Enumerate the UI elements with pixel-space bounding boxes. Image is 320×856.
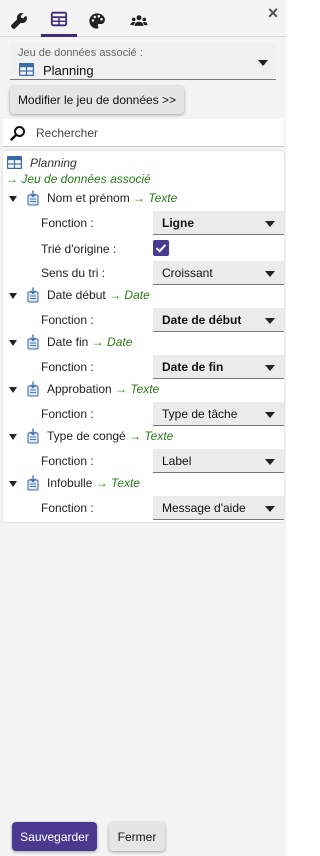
table-icon — [7, 156, 22, 169]
property-label: Trié d'origine : — [41, 242, 117, 256]
field-name-text: Approbation — [47, 382, 112, 396]
field-name-text: Infobulle — [47, 476, 93, 490]
collapse-triangle-icon[interactable] — [9, 293, 17, 299]
property-label: Fonction : — [41, 501, 94, 515]
tree-field-node[interactable]: Type de congé → Texte — [3, 427, 284, 447]
collapse-triangle-icon[interactable] — [9, 387, 17, 393]
field-icon — [27, 190, 39, 206]
field-icon — [27, 428, 39, 444]
chevron-down-icon — [265, 365, 275, 371]
tab-users[interactable] — [121, 4, 157, 37]
wrench-icon — [11, 12, 27, 29]
field-name: Type de congé → Texte — [47, 429, 173, 443]
search-icon — [10, 126, 25, 141]
field-name: Nom et prénom → Texte — [47, 191, 177, 205]
collapse-triangle-icon[interactable] — [9, 196, 17, 202]
field-name-text: Date fin — [47, 335, 89, 349]
field-type: → Texte — [129, 429, 174, 443]
property-select[interactable]: Ligne — [153, 211, 284, 235]
property-select[interactable]: Message d'aide — [153, 496, 284, 520]
field-type: → Texte — [115, 382, 160, 396]
chevron-down-icon — [265, 506, 275, 512]
table-icon — [19, 63, 34, 76]
search-input[interactable] — [36, 122, 276, 144]
property-select[interactable]: Label — [153, 449, 284, 473]
tab-settings[interactable] — [1, 4, 37, 37]
property-label: Fonction : — [41, 216, 94, 230]
property-value: Ligne — [162, 216, 194, 230]
property-select[interactable]: Date de fin — [153, 355, 284, 379]
field-icon — [27, 287, 39, 303]
chevron-down-icon — [265, 318, 275, 324]
chevron-down-icon — [265, 412, 275, 418]
field-type: → Texte — [133, 191, 178, 205]
close-button[interactable]: Fermer — [109, 822, 165, 851]
chevron-down-icon — [265, 459, 275, 465]
property-select[interactable]: Type de tâche — [153, 402, 284, 426]
property-value: Type de tâche — [162, 407, 238, 421]
tree-field-node[interactable]: Nom et prénom → Texte — [3, 189, 284, 209]
property-value: Date de fin — [162, 360, 224, 374]
search-bar — [3, 119, 284, 147]
field-icon — [27, 334, 39, 350]
collapse-triangle-icon[interactable] — [9, 340, 17, 346]
tree-field-node[interactable]: Date début → Date — [3, 286, 284, 306]
tree-field-node[interactable]: Date fin → Date — [3, 333, 284, 353]
property-label: Fonction : — [41, 360, 94, 374]
field-icon — [27, 381, 39, 397]
tab-style[interactable] — [79, 4, 115, 37]
field-icon — [27, 475, 39, 491]
field-type: → Date — [91, 335, 133, 349]
field-name-text: Nom et prénom — [47, 191, 130, 205]
property-label: Fonction : — [41, 313, 94, 327]
property-select[interactable]: Date de début — [153, 308, 284, 332]
dataset-select[interactable]: Jeu de données associé : Planning — [10, 43, 276, 80]
collapse-triangle-icon[interactable] — [9, 434, 17, 440]
field-name: Approbation → Texte — [47, 382, 159, 396]
modify-dataset-button[interactable]: Modifier le jeu de données >> — [10, 86, 184, 114]
property-label: Fonction : — [41, 407, 94, 421]
dataset-link-label: → Jeu de données associé — [6, 172, 151, 186]
chevron-down-icon — [258, 60, 268, 66]
property-value: Date de début — [162, 313, 242, 327]
chevron-down-icon — [265, 221, 275, 227]
tab-data[interactable] — [41, 4, 77, 37]
dataset-value: Planning — [43, 63, 94, 78]
tree-dataset-link: → Jeu de données associé — [3, 170, 284, 190]
field-name-text: Date début — [47, 288, 106, 302]
field-type: → Texte — [95, 476, 140, 490]
toolbar: × — [0, 0, 286, 37]
tree-field-node[interactable]: Infobulle → Texte — [3, 474, 284, 494]
property-value: Label — [162, 454, 192, 468]
property-label: Fonction : — [41, 454, 94, 468]
property-select[interactable]: Croissant — [153, 261, 284, 285]
table-icon — [50, 11, 68, 27]
field-name-text: Type de congé — [47, 429, 126, 443]
chevron-down-icon — [265, 271, 275, 277]
dataset-label: Jeu de données associé : — [18, 47, 143, 59]
field-tree: Planning → Jeu de données associé Nom et p… — [3, 151, 284, 522]
palette-icon — [89, 12, 105, 29]
field-name: Date fin → Date — [47, 335, 132, 349]
field-name: Date début → Date — [47, 288, 150, 302]
close-icon[interactable]: × — [264, 4, 282, 22]
property-label: Sens du tri : — [41, 266, 106, 280]
field-name: Infobulle → Texte — [47, 476, 140, 490]
save-button[interactable]: Sauvegarder — [12, 822, 97, 851]
tree-dataset-name: Planning — [30, 156, 77, 170]
tree-field-node[interactable]: Approbation → Texte — [3, 380, 284, 400]
users-icon — [130, 14, 148, 26]
property-value: Croissant — [162, 266, 213, 280]
field-type: → Date — [109, 288, 150, 302]
collapse-triangle-icon[interactable] — [9, 481, 17, 487]
sorted-checkbox[interactable] — [153, 240, 169, 256]
property-value: Message d'aide — [162, 501, 246, 515]
checkmark-icon — [155, 244, 167, 253]
